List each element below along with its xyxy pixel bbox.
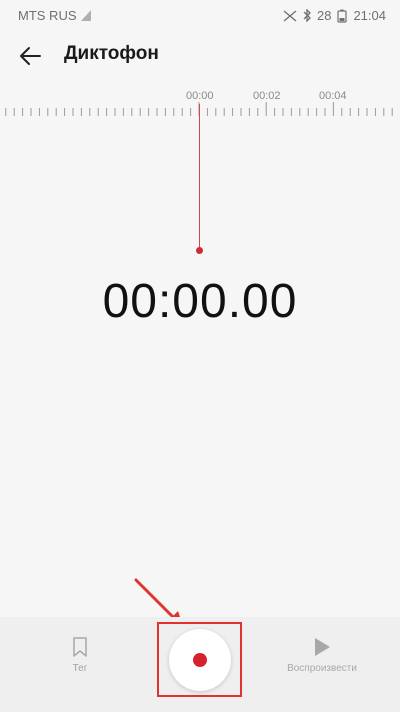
carrier-label: MTS RUS — [18, 8, 77, 23]
status-right: 28 21:04 — [283, 8, 386, 23]
signal-icon — [80, 10, 91, 21]
status-time: 21:04 — [353, 8, 386, 23]
battery-icon — [337, 9, 348, 23]
playhead-dot — [196, 247, 203, 254]
play-label: Воспроизвести — [287, 663, 357, 674]
record-icon — [193, 653, 207, 667]
arrow-back-icon — [20, 47, 41, 65]
playhead-line — [199, 104, 200, 248]
tick-label-2: 00:04 — [319, 90, 347, 102]
tick-label-1: 00:02 — [253, 90, 281, 102]
nfc-icon — [283, 9, 297, 22]
play-button[interactable]: Воспроизвести — [282, 637, 362, 693]
bluetooth-icon — [303, 9, 311, 22]
status-bar: MTS RUS 28 21:04 — [0, 0, 400, 32]
tag-label: Тег — [72, 663, 88, 674]
recorder-screen: MTS RUS 28 21:04 Диктофон 00:00 00:02 00… — [0, 0, 400, 712]
timeline-ruler[interactable]: 00:00 00:02 00:04 — [0, 86, 400, 126]
status-left: MTS RUS — [18, 8, 91, 23]
battery-level: 28 — [316, 8, 332, 23]
tag-button[interactable]: Тег — [50, 637, 110, 693]
recording-timer: 00:00.00 — [102, 275, 298, 328]
app-bar: Диктофон — [0, 32, 400, 80]
back-button[interactable] — [14, 40, 46, 72]
page-title: Диктофон — [64, 43, 159, 64]
play-icon — [315, 638, 330, 656]
tick-label-0: 00:00 — [186, 90, 214, 102]
record-button[interactable] — [169, 629, 231, 691]
bookmark-icon — [73, 637, 87, 657]
